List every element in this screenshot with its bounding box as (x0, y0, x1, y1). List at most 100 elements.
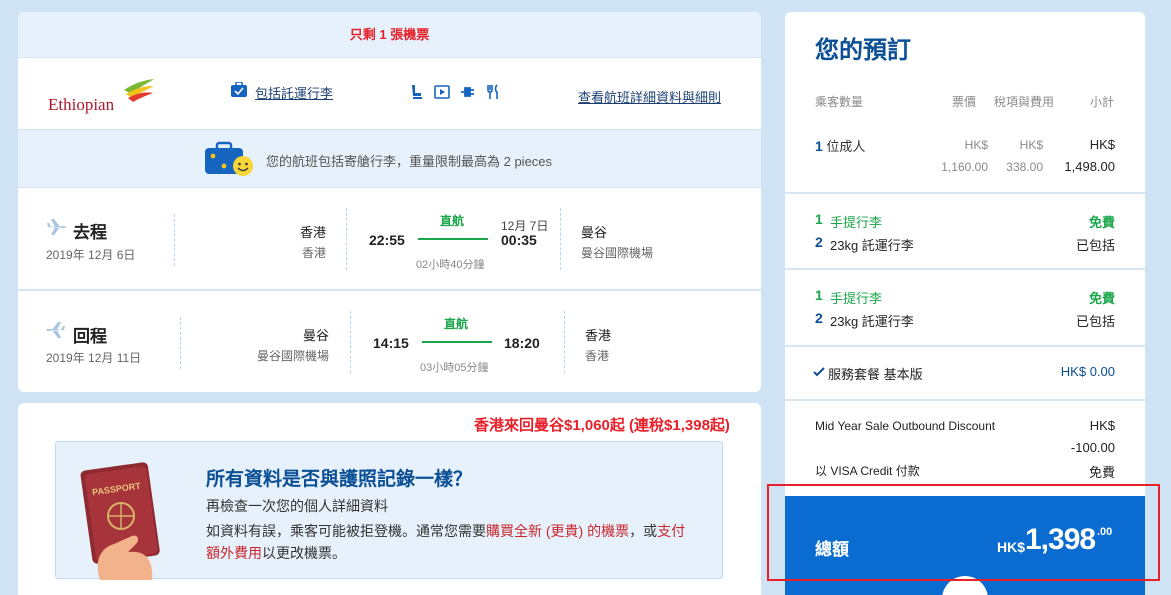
total-label: 總額 (815, 540, 849, 559)
amenities (410, 84, 500, 105)
discount-value: -100.00 (1070, 440, 1115, 455)
passport-check-box: PASSPORT 所有資料是否與護照記錄一樣？ 再檢查一次您的個人詳細資料 如資… (55, 441, 723, 580)
inbound-to-airport: 香港 (585, 349, 610, 363)
passport-text-1: 如資料有誤，乘客可能被拒登機。通常您需要 (206, 523, 486, 539)
payment-value: 免費 (1088, 465, 1115, 480)
divider (346, 208, 347, 270)
checkmark-icon (813, 365, 825, 383)
inbound-title: 回程 (73, 327, 107, 346)
checked-bag-count: 2 (815, 234, 823, 250)
checked-bag-label: 23kg 託運行李 (830, 238, 914, 253)
inbound-direct-label: 直航 (444, 317, 469, 331)
total-box: 總額 HK$ 1,398 .00 (785, 496, 1145, 595)
divider (180, 317, 181, 369)
baggage-allowance-note: 您的航班包括寄艙行李，重量限制最高為 2 pieces (18, 130, 761, 188)
airline-row: Ethiopian 包括託運行李 查看航班詳細資料與細則 (18, 58, 761, 130)
header-fare: 票價 (952, 95, 977, 109)
ethiopian-logo: Ethiopian (46, 78, 156, 123)
outbound-from-airport: 香港 (301, 246, 326, 260)
checked-bag-count: 2 (815, 310, 823, 326)
carry-on-count: 1 (815, 287, 823, 303)
passport-illustration: PASSPORT (74, 462, 174, 580)
total-cents: .00 (1097, 526, 1113, 538)
service-package-section: 服務套餐 基本版 HK$ 0.00 (785, 345, 1145, 399)
divider (564, 311, 565, 373)
payment-label: 以 VISA Credit 付款 (815, 464, 920, 478)
discount-currency: HK$ (1089, 418, 1115, 433)
passport-warning: 如資料有誤，乘客可能被拒登機。通常您需要購買全新 (更貴) 的機票，或支付額外費… (206, 520, 686, 564)
carry-on-count: 1 (815, 211, 823, 227)
service-package-label: 服務套餐 基本版 (828, 367, 923, 382)
booking-summary-card: 您的預訂 乘客數量 票價 稅項與費用 小計 1 位成人 HK$ 1,160.00… (785, 12, 1145, 595)
outbound-duration: 02小時40分鐘 (416, 259, 485, 271)
header-passengers: 乘客數量 (815, 95, 864, 109)
passport-heading: 所有資料是否與護照記錄一樣？ (206, 469, 473, 490)
flight-details-link[interactable]: 查看航班詳細資料與細則 (578, 87, 721, 106)
seats-left-alert: 只剩 1 張機票 (18, 12, 761, 58)
outbound-date: 2019年 12月 6日 (46, 248, 136, 262)
direct-flight-line (422, 341, 492, 343)
airline-name: Ethiopian (48, 95, 115, 114)
checked-suitcase-icon (230, 81, 248, 98)
tax-value: 338.00 (1006, 160, 1043, 174)
power-outlet-icon (460, 84, 476, 105)
plane-departure-icon (46, 218, 66, 241)
outbound-arrive-time: 00:35 (501, 232, 537, 248)
fare-value: 1,160.00 (941, 160, 988, 174)
inbound-depart-time: 14:15 (373, 335, 409, 351)
carry-on-value: 免費 (1088, 215, 1115, 230)
passenger-row: 1 位成人 (815, 136, 865, 155)
carry-on-label: 手提行李 (830, 291, 883, 306)
divider (174, 214, 175, 266)
divider (350, 311, 351, 373)
inbound-from-airport: 曼谷國際機場 (256, 349, 329, 363)
plane-return-icon (46, 321, 66, 344)
buy-new-ticket-link[interactable]: 購買全新 (更貴) 的機票 (486, 523, 629, 539)
subtotal-value: 1,498.00 (1064, 159, 1115, 174)
divider (560, 208, 561, 270)
outbound-leg: 去程 2019年 12月 6日 香港 香港 22:55 直航 12月 7日 00… (18, 188, 761, 291)
passenger-label: 位成人 (826, 139, 866, 154)
inbound-date: 2019年 12月 11日 (46, 351, 142, 365)
total-currency: HK$ (997, 539, 1026, 555)
inbound-from-city: 曼谷 (302, 328, 329, 343)
flight-card: 只剩 1 張機票 Ethiopian 包括託運行李 查看航班詳細資料與細則 您的… (18, 12, 761, 392)
inbound-to-city: 香港 (585, 328, 612, 343)
checked-bag-label: 23kg 託運行李 (830, 314, 914, 329)
passport-subheading: 再檢查一次您的個人詳細資料 (206, 498, 388, 514)
tax-currency: HK$ (1019, 138, 1043, 152)
meal-icon (486, 84, 500, 105)
fare-currency: HK$ (964, 138, 988, 152)
checked-bag-value: 已包括 (1075, 314, 1115, 329)
summary-title: 您的預訂 (815, 37, 911, 64)
promo-text: 香港來回曼谷$1,060起 (連稅$1,398起) (474, 417, 730, 434)
direct-flight-line (418, 238, 488, 240)
outbound-direct-label: 直航 (440, 214, 465, 228)
inbound-duration: 03小時05分鐘 (420, 362, 489, 374)
outbound-to-city: 曼谷 (581, 225, 608, 240)
outbound-title: 去程 (73, 223, 107, 242)
carry-on-label: 手提行李 (830, 215, 883, 230)
service-package-price: HK$ 0.00 (1060, 364, 1115, 379)
baggage-note-text: 您的航班包括寄艙行李，重量限制最高為 2 pieces (266, 154, 553, 169)
header-subtotal: 小計 (1090, 95, 1115, 109)
passport-text-2: ，或 (629, 523, 658, 539)
inbound-arrive-time: 18:20 (504, 335, 540, 351)
total-amount: 1,398 (1025, 523, 1096, 556)
outbound-to-airport: 曼谷國際機場 (581, 246, 654, 260)
scroll-down-button[interactable] (942, 576, 988, 595)
passport-text-3: 以更改機票。 (262, 545, 346, 561)
checked-bag-value: 已包括 (1075, 238, 1115, 253)
header-tax: 稅項與費用 (994, 95, 1055, 109)
discount-label: Mid Year Sale Outbound Discount (815, 419, 996, 433)
baggage-included-label: 包括託運行李 (255, 86, 334, 101)
outbound-baggage-section: 1 手提行李 免費 2 23kg 託運行李 已包括 (785, 192, 1145, 268)
entertainment-icon (434, 84, 450, 105)
seat-icon (410, 84, 424, 105)
happy-suitcase-icon (203, 140, 255, 181)
outbound-depart-time: 22:55 (369, 232, 405, 248)
passenger-count: 1 (815, 138, 823, 154)
inbound-leg: 回程 2019年 12月 11日 曼谷 曼谷國際機場 14:15 直航 18:2… (18, 291, 761, 392)
subtotal-currency: HK$ (1089, 137, 1115, 152)
outbound-from-city: 香港 (299, 225, 326, 240)
